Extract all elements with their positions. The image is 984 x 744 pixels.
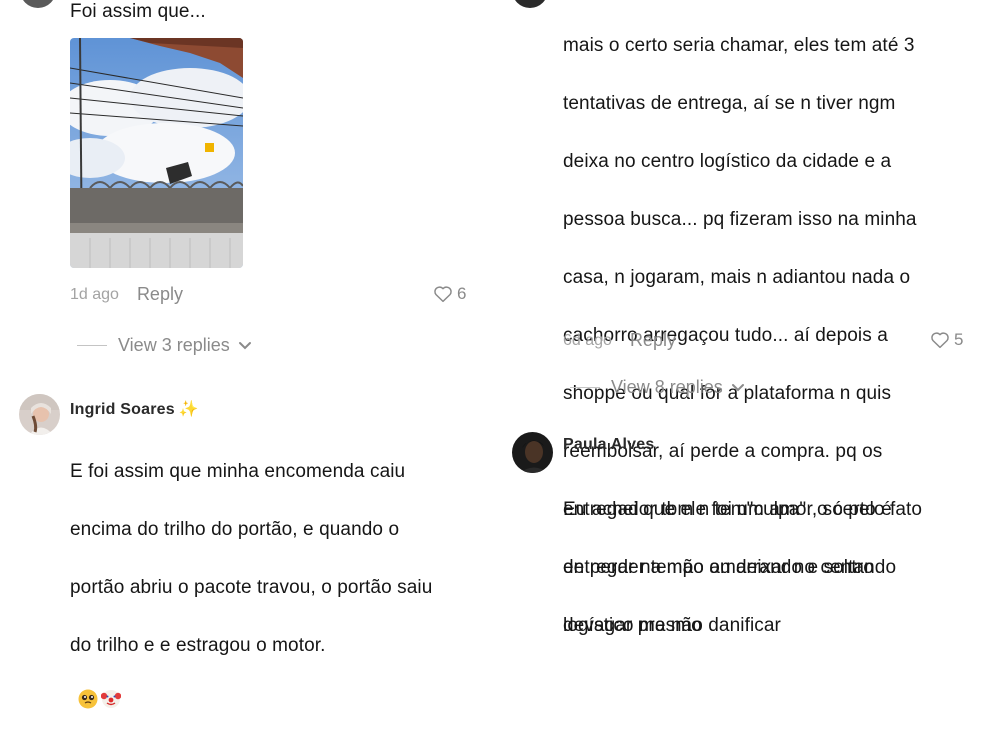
comment-timestamp: 6d ago xyxy=(563,331,612,349)
comment-line: portão abriu o pacote travou, o portão s… xyxy=(70,577,433,598)
comment-line: devagar pra não danificar xyxy=(563,615,781,636)
comment-line: do trilho e e estragou o motor. xyxy=(70,635,326,656)
comments-left-column: Foi assim que... 1d ago Reply 6 View 3 r… xyxy=(0,0,492,709)
comment-meta: 6d ago Reply xyxy=(563,330,676,351)
comment-line: mais o certo seria chamar, eles tem até … xyxy=(563,35,915,56)
avatar[interactable] xyxy=(19,394,60,435)
username-text: Ingrid Soares xyxy=(70,401,175,418)
view-replies-button[interactable]: View 3 replies xyxy=(77,335,252,356)
clown-face-icon xyxy=(100,660,122,708)
sparkles-icon: ✨ xyxy=(178,401,199,418)
comment-line: Eu achei que ele foi um amor, só pelo fa… xyxy=(563,499,923,520)
reply-button[interactable]: Reply xyxy=(630,330,676,351)
divider-line xyxy=(570,387,600,388)
like-count: 5 xyxy=(954,330,964,349)
chevron-down-icon xyxy=(238,341,252,351)
view-replies-button[interactable]: View 8 replies xyxy=(570,377,745,398)
avatar[interactable] xyxy=(512,432,553,473)
comment-line: E foi assim que minha encomenda caiu xyxy=(70,461,406,482)
comment-line: tentativas de entrega, aí se n tiver ngm xyxy=(563,93,896,114)
comment-text: Foi assim que... xyxy=(70,1,206,22)
divider-line xyxy=(77,345,107,346)
comment-line: encima do trilho do portão, e quando o xyxy=(70,519,400,540)
avatar[interactable] xyxy=(512,0,548,8)
reply-button[interactable]: Reply xyxy=(137,284,183,305)
comment-line: de perder tempo amarrando e soltando xyxy=(563,557,897,578)
like-count: 6 xyxy=(457,284,467,303)
pleading-face-icon xyxy=(78,660,98,709)
comment-meta: 1d ago Reply xyxy=(70,284,183,305)
comment-timestamp: 1d ago xyxy=(70,285,119,303)
like-button[interactable]: 6 xyxy=(433,284,466,304)
view-replies-label: View 3 replies xyxy=(118,335,230,355)
avatar[interactable] xyxy=(20,0,56,8)
comment-line: deixa no centro logístico da cidade e a xyxy=(563,151,892,172)
heart-icon xyxy=(931,332,949,349)
view-replies-label: View 8 replies xyxy=(611,377,723,397)
comments-right-column: mais o certo seria chamar, eles tem até … xyxy=(492,0,984,636)
heart-icon xyxy=(434,286,452,303)
comment-username[interactable]: Paula Alves xyxy=(563,436,654,454)
gate-photo-image xyxy=(70,38,243,268)
comment-photo[interactable] xyxy=(70,38,243,268)
comment-line: pessoa busca... pq fizeram isso na minha xyxy=(563,209,917,230)
comment-username[interactable]: Ingrid Soares ✨ xyxy=(70,399,199,419)
like-button[interactable]: 5 xyxy=(930,330,963,350)
chevron-down-icon xyxy=(731,383,745,393)
comment-text: E foi assim que minha encomenda caiu enc… xyxy=(70,428,432,744)
comment-line: casa, n jogaram, mais n adiantou nada o xyxy=(563,267,911,288)
username-text: Paula Alves xyxy=(563,436,655,453)
comment-text: Eu achei que ele foi um amor, só pelo fa… xyxy=(563,466,922,669)
